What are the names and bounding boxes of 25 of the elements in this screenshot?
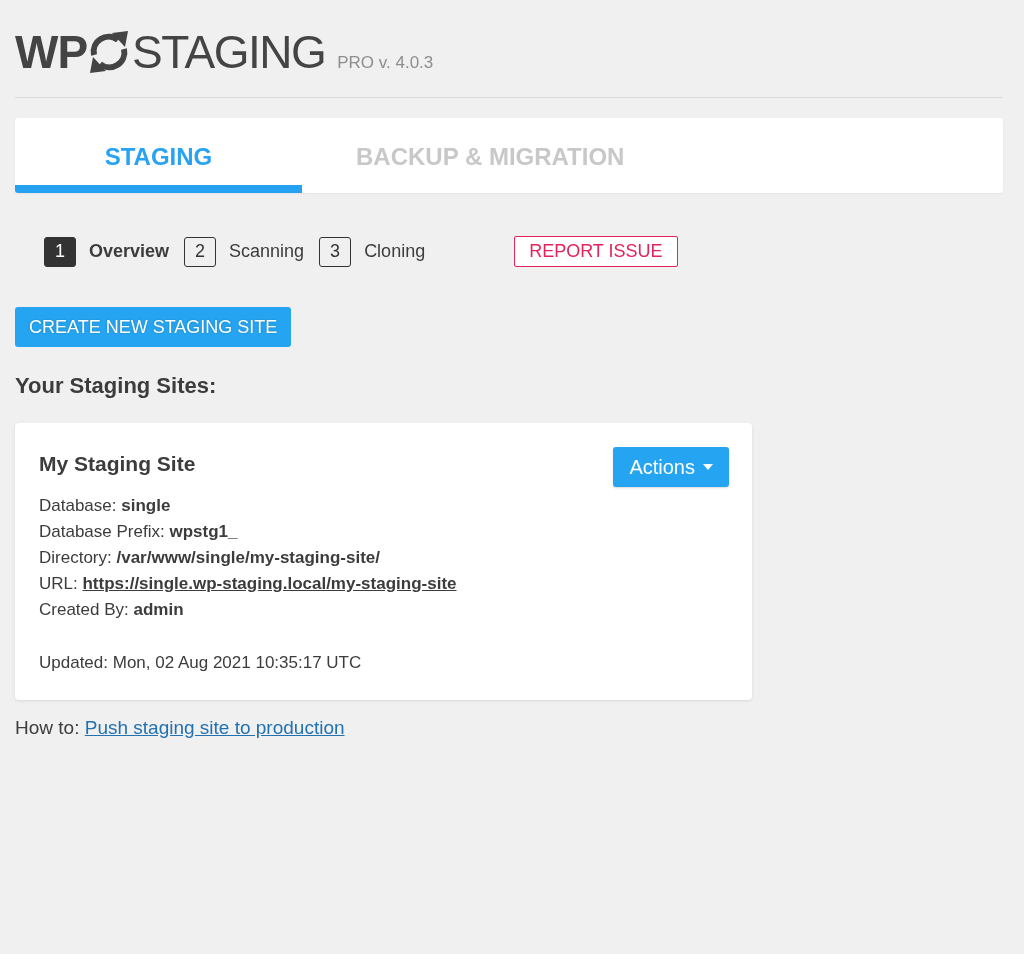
step-label: Scanning bbox=[229, 241, 305, 262]
step-label: Cloning bbox=[364, 241, 426, 262]
url-link[interactable]: https://single.wp-staging.local/my-staging-site bbox=[82, 574, 457, 593]
detail-line: Directory: /var/www/single/my-staging-site/ bbox=[39, 547, 382, 569]
actions-button[interactable]: Actions bbox=[613, 447, 729, 487]
tab[interactable]: STAGING bbox=[15, 118, 302, 193]
howto-link[interactable]: Push staging site to production bbox=[84, 717, 345, 738]
detail-line: Database: single bbox=[39, 495, 172, 517]
step-number: 1 bbox=[44, 236, 76, 267]
logo-staging-text: STAGING bbox=[132, 29, 326, 75]
step-label: Overview bbox=[89, 241, 170, 262]
section-title: Your Staging Sites: bbox=[15, 372, 218, 400]
caret-icon bbox=[703, 464, 713, 470]
step-number: 2 bbox=[184, 236, 217, 267]
report-issue-button[interactable]: REPORT ISSUE bbox=[514, 236, 678, 267]
detail-line: Database Prefix: wpstg1_ bbox=[39, 521, 239, 543]
site-title: My Staging Site bbox=[39, 451, 196, 477]
updated-text: Updated: Mon, 02 Aug 2021 10:35:17 UTC bbox=[39, 652, 363, 674]
step-number: 3 bbox=[319, 236, 352, 267]
detail-line: Created By: admin bbox=[39, 599, 185, 621]
version-label: PRO v. 4.0.3 bbox=[337, 54, 434, 71]
howto-label: How to: bbox=[15, 717, 80, 738]
logo-wp-text: WP bbox=[15, 29, 88, 75]
detail-label: URL: bbox=[39, 574, 78, 593]
create-staging-site-button[interactable]: CREATE NEW STAGING SITE bbox=[15, 307, 292, 347]
